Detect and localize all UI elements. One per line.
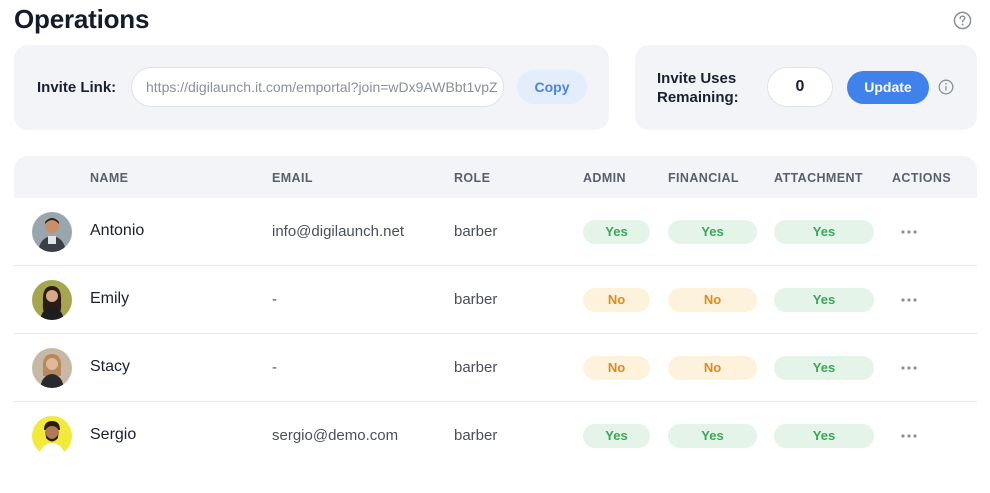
table-row: Stacy - barber No No Yes <box>14 334 977 402</box>
update-button[interactable]: Update <box>847 71 929 104</box>
members-table: NAME EMAIL ROLE ADMIN FINANCIAL ATTACHME… <box>14 156 977 470</box>
more-horizontal-icon[interactable] <box>900 225 918 239</box>
info-icon[interactable] <box>938 79 954 95</box>
header-financial: FINANCIAL <box>668 171 739 185</box>
member-name: Sergio <box>90 426 137 443</box>
member-email: info@digilaunch.net <box>272 223 404 240</box>
member-email: - <box>272 359 277 376</box>
more-horizontal-icon[interactable] <box>900 293 918 307</box>
member-role: barber <box>454 291 498 308</box>
more-horizontal-icon[interactable] <box>900 361 918 375</box>
header-admin: ADMIN <box>583 171 626 185</box>
attachment-badge: Yes <box>774 220 874 244</box>
member-name: Antonio <box>90 222 145 239</box>
help-circle-icon[interactable] <box>953 11 972 30</box>
attachment-badge: Yes <box>774 424 874 448</box>
table-row: Antonio info@digilaunch.net barber Yes Y… <box>14 198 977 266</box>
avatar <box>32 416 72 456</box>
invite-uses-card: Invite Uses Remaining: 0 Update <box>635 45 977 130</box>
invite-uses-label: Invite Uses Remaining: <box>657 70 739 106</box>
financial-badge: No <box>668 356 757 380</box>
invite-link-card: Invite Link: https://digilaunch.it.com/e… <box>14 45 609 130</box>
more-horizontal-icon[interactable] <box>900 429 918 443</box>
invite-link-field[interactable]: https://digilaunch.it.com/emportal?join=… <box>131 67 504 107</box>
member-email: sergio@demo.com <box>272 427 399 444</box>
table-row: Sergio sergio@demo.com barber Yes Yes Ye… <box>14 402 977 470</box>
member-email: - <box>272 291 277 308</box>
admin-badge: Yes <box>583 220 650 244</box>
financial-badge: Yes <box>668 424 757 448</box>
avatar <box>32 348 72 388</box>
avatar <box>32 280 72 320</box>
invite-uses-input[interactable]: 0 <box>767 67 833 107</box>
header-attachment: ATTACHMENT <box>774 171 863 185</box>
admin-badge: No <box>583 288 650 312</box>
header-actions: ACTIONS <box>892 171 952 185</box>
header-email: EMAIL <box>272 171 313 185</box>
avatar <box>32 212 72 252</box>
page-title: Operations <box>14 4 150 34</box>
member-role: barber <box>454 223 498 240</box>
admin-badge: Yes <box>583 424 650 448</box>
header-name: NAME <box>90 171 129 185</box>
copy-button[interactable]: Copy <box>517 70 587 104</box>
admin-badge: No <box>583 356 650 380</box>
member-role: barber <box>454 427 498 444</box>
financial-badge: No <box>668 288 757 312</box>
member-role: barber <box>454 359 498 376</box>
header-role: ROLE <box>454 171 491 185</box>
invite-link-label: Invite Link: <box>37 79 117 96</box>
member-name: Emily <box>90 290 130 307</box>
table-row: Emily - barber No No Yes <box>14 266 977 334</box>
financial-badge: Yes <box>668 220 757 244</box>
member-name: Stacy <box>90 358 131 375</box>
attachment-badge: Yes <box>774 288 874 312</box>
attachment-badge: Yes <box>774 356 874 380</box>
table-header: NAME EMAIL ROLE ADMIN FINANCIAL ATTACHME… <box>14 156 977 198</box>
